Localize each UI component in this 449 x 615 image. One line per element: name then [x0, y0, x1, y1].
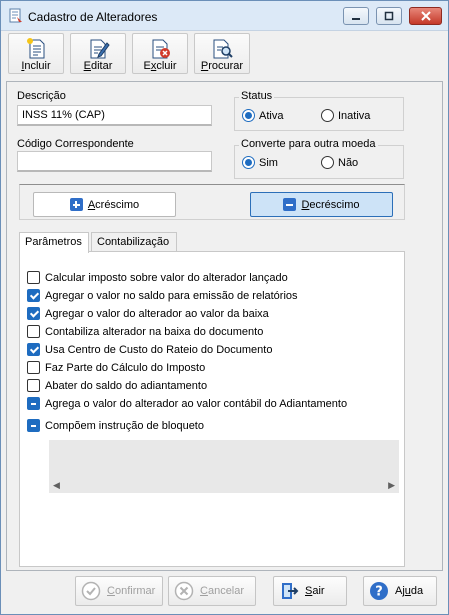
window-title: Cadastro de Alteradores	[28, 10, 158, 24]
parametro-label: Usa Centro de Custo do Rateio do Documen…	[45, 343, 273, 356]
checkbox-box	[27, 289, 40, 302]
parametro-checkbox[interactable]: Compõem instrução de bloqueto	[27, 419, 204, 432]
minimize-button[interactable]	[343, 7, 369, 25]
svg-text:?: ?	[375, 585, 383, 600]
cancel-icon	[174, 581, 194, 601]
ajuda-button[interactable]: ? Ajuda	[363, 576, 437, 606]
parametro-label: Agrega o valor do alterador ao valor con…	[45, 397, 348, 410]
parametro-checkbox[interactable]: Faz Parte do Cálculo do Imposto	[27, 361, 205, 374]
parametro-checkbox[interactable]: Agregar o valor do alterador ao valor da…	[27, 307, 269, 320]
converte-nao-radio[interactable]: Não	[321, 156, 358, 169]
incluir-button[interactable]: Incluir	[8, 33, 64, 74]
checkbox-box	[27, 419, 40, 432]
checkbox-box	[27, 307, 40, 320]
exit-icon	[282, 583, 299, 599]
parametro-label: Compõem instrução de bloqueto	[45, 419, 204, 432]
delete-icon	[152, 39, 170, 59]
codigo-field[interactable]	[17, 151, 212, 172]
search-icon	[213, 39, 233, 59]
parametro-label: Agregar o valor do alterador ao valor da…	[45, 307, 269, 320]
checkbox-box	[27, 397, 40, 410]
status-title: Status	[239, 90, 275, 102]
scroll-left-icon[interactable]: ◀	[53, 480, 60, 491]
radio-selected-indicator	[242, 156, 255, 169]
radio-indicator	[321, 156, 334, 169]
sair-button[interactable]: Sair	[273, 576, 347, 606]
parametro-label: Abater do saldo do adiantamento	[45, 379, 208, 392]
minimize-icon	[352, 18, 360, 20]
status-inativa-radio[interactable]: Inativa	[321, 109, 370, 122]
acrescimo-button[interactable]: Acréscimo	[33, 192, 176, 217]
converte-title: Converte para outra moeda	[239, 138, 378, 150]
edit-icon	[90, 39, 110, 59]
parametro-checkbox[interactable]: Agrega o valor do alterador ao valor con…	[27, 397, 347, 410]
parametro-label: Agregar o valor no saldo para emissão de…	[45, 289, 298, 302]
converte-sim-radio[interactable]: Sim	[242, 156, 278, 169]
parametro-checkbox[interactable]: Agregar o valor no saldo para emissão de…	[27, 289, 298, 302]
main-panel: Descrição INSS 11% (CAP) Código Correspo…	[6, 81, 443, 571]
title-bar[interactable]: Cadastro de Alteradores	[1, 1, 448, 31]
minus-icon	[283, 198, 297, 211]
parametro-label: Contabiliza alterador na baixa do docume…	[45, 325, 264, 338]
maximize-icon	[384, 11, 394, 21]
tab-parametros[interactable]: Parâmetros	[19, 232, 89, 253]
help-icon: ?	[370, 582, 388, 600]
confirmar-button[interactable]: Confirmar	[75, 576, 163, 606]
new-document-icon	[27, 38, 45, 59]
maximize-button[interactable]	[376, 7, 402, 25]
tab-contabilizacao[interactable]: Contabilização	[91, 232, 177, 252]
radio-selected-indicator	[242, 109, 255, 122]
plus-icon	[69, 198, 83, 211]
parametro-checkbox[interactable]: Abater do saldo do adiantamento	[27, 379, 207, 392]
radio-indicator	[321, 109, 334, 122]
status-ativa-radio[interactable]: Ativa	[242, 109, 283, 122]
checkbox-box	[27, 271, 40, 284]
codigo-label: Código Correspondente	[17, 138, 134, 150]
checkbox-box	[27, 379, 40, 392]
app-icon	[9, 8, 22, 23]
excluir-button[interactable]: Excluir	[132, 33, 188, 74]
alterador-window: Cadastro de Alteradores Incluir Editar E…	[0, 0, 449, 615]
parametro-checkbox[interactable]: Usa Centro de Custo do Rateio do Documen…	[27, 343, 272, 356]
parametro-checkbox[interactable]: Calcular imposto sobre valor do alterado…	[27, 271, 288, 284]
horizontal-scrollbar[interactable]: ◀ ▶	[49, 477, 399, 493]
cancelar-button[interactable]: Cancelar	[168, 576, 256, 606]
parametro-label: Faz Parte do Cálculo do Imposto	[45, 361, 206, 374]
checkbox-box	[27, 325, 40, 338]
parametro-checkbox[interactable]: Contabiliza alterador na baixa do docume…	[27, 325, 263, 338]
parametro-label: Calcular imposto sobre valor do alterado…	[45, 271, 288, 284]
close-button[interactable]	[409, 7, 442, 25]
checkbox-box	[27, 343, 40, 356]
editar-button[interactable]: Editar	[70, 33, 126, 74]
check-icon	[81, 581, 101, 601]
toolbar: Incluir Editar Excluir Procurar	[6, 31, 443, 76]
scroll-right-icon[interactable]: ▶	[388, 480, 395, 491]
procurar-button[interactable]: Procurar	[194, 33, 250, 74]
descricao-label: Descrição	[17, 90, 66, 102]
decrescimo-button[interactable]: Decréscimo	[250, 192, 393, 217]
checkbox-box	[27, 361, 40, 374]
descricao-field[interactable]: INSS 11% (CAP)	[17, 105, 212, 126]
close-icon	[420, 11, 431, 21]
